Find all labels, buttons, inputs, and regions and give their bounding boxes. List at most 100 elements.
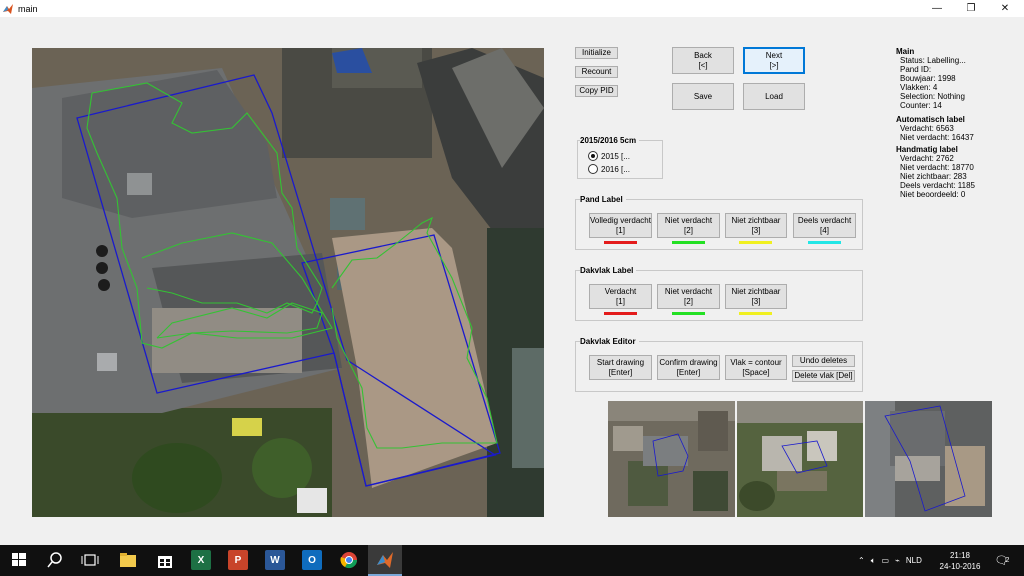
button-label: Start drawing — [596, 357, 645, 367]
button-label: Niet verdacht — [664, 286, 713, 296]
copy-pid-label: Copy PID — [579, 86, 614, 95]
button-label: Vlak = contour — [730, 357, 782, 367]
radio-unselected-icon — [588, 164, 598, 174]
info-main-title: Main — [896, 47, 915, 56]
info-line: Bouwjaar: 1998 — [900, 74, 956, 83]
pand-label-title: Pand Label — [580, 195, 626, 204]
minimize-button[interactable]: — — [920, 0, 954, 17]
chrome-icon[interactable] — [339, 550, 359, 570]
info-line: Deels verdacht: 1185 — [900, 181, 976, 190]
radio-selected-icon — [588, 151, 598, 161]
task-view-icon[interactable] — [80, 550, 100, 570]
thumbnail-closeup[interactable] — [865, 401, 992, 517]
pand-niet-verdacht-button[interactable]: Niet verdacht [2] — [657, 213, 720, 238]
pand-niet-zichtbaar-button[interactable]: Niet zichtbaar [3] — [725, 213, 787, 238]
radio-2015-label: 2015 [... — [601, 151, 630, 161]
radio-2016[interactable]: 2016 [... — [588, 164, 630, 174]
start-drawing-button[interactable]: Start drawing [Enter] — [589, 355, 652, 380]
maximize-button[interactable]: ❐ — [954, 0, 988, 17]
window-title: main — [18, 3, 38, 14]
start-icon[interactable] — [9, 550, 29, 570]
excel-icon[interactable]: X — [191, 550, 211, 570]
powerpoint-icon[interactable]: P — [228, 550, 248, 570]
info-handmatig: Handmatig label Verdacht: 2762 Niet verd… — [896, 145, 975, 199]
info-line: Selection: Nothing — [900, 92, 965, 101]
aerial-image-canvas[interactable] — [32, 48, 544, 517]
dakvlak-label-title: Dakvlak Label — [580, 266, 637, 275]
store-icon[interactable] — [155, 550, 175, 570]
year-panel-title: 2015/2016 5cm — [580, 136, 640, 145]
button-key: [2] — [684, 296, 693, 306]
battery-icon[interactable]: ▭ — [882, 556, 890, 565]
save-label: Save — [693, 91, 713, 101]
notification-count: 2 — [1005, 557, 1010, 564]
delete-vlak-button[interactable]: Delete vlak [Del] — [792, 370, 855, 382]
button-label: Confirm drawing — [659, 357, 718, 367]
pand-deels-verdacht-button[interactable]: Deels verdacht [4] — [793, 213, 856, 238]
info-line: Pand ID: — [900, 65, 932, 74]
button-label: Volledig verdacht — [590, 215, 651, 225]
clock[interactable]: 21:18 24-10-2016 — [938, 545, 982, 576]
info-line: Niet zichtbaar: 283 — [900, 172, 967, 181]
recount-label: Recount — [581, 67, 612, 76]
notification-center[interactable]: 🗨︎ 2 — [990, 545, 1014, 576]
word-icon[interactable]: W — [265, 550, 285, 570]
info-line: Status: Labelling... — [900, 56, 966, 65]
button-key: [3] — [751, 225, 761, 235]
button-label: Delete vlak [Del] — [794, 371, 853, 380]
clock-date: 24-10-2016 — [939, 561, 981, 571]
button-key: [3] — [751, 296, 761, 306]
taskbar: X P W O ⌃ 🔈︎ ▭ ⌁ NLD 21:18 24-10-2016 🗨︎… — [0, 545, 1024, 576]
language-indicator[interactable]: NLD — [906, 556, 922, 565]
info-line: Vlakken: 4 — [900, 83, 938, 92]
button-label: Verdacht — [604, 286, 637, 296]
next-button[interactable]: Next [>] — [743, 47, 805, 74]
undo-deletes-button[interactable]: Undo deletes — [792, 355, 855, 367]
save-button[interactable]: Save — [672, 83, 734, 110]
file-explorer-icon[interactable] — [118, 550, 138, 570]
dakvlak-editor-title: Dakvlak Editor — [580, 337, 639, 346]
close-button[interactable]: ✕ — [988, 0, 1022, 17]
color-swatch-red — [604, 312, 637, 315]
button-key: [Enter] — [608, 367, 633, 377]
outlook-icon[interactable]: O — [302, 550, 322, 570]
initialize-button[interactable]: Initialize — [575, 47, 618, 59]
info-line: Niet beoordeeld: 0 — [900, 190, 966, 199]
dakvlak-verdacht-button[interactable]: Verdacht [1] — [589, 284, 652, 309]
search-icon[interactable] — [45, 550, 65, 570]
network-icon[interactable]: ⌁ — [895, 556, 900, 565]
button-key: [Enter] — [676, 367, 701, 377]
back-key: [<] — [698, 60, 708, 70]
initialize-label: Initialize — [582, 48, 611, 57]
button-label: Undo deletes — [799, 356, 848, 365]
radio-2015[interactable]: 2015 [... — [588, 151, 630, 161]
dakvlak-niet-zichtbaar-button[interactable]: Niet zichtbaar [3] — [725, 284, 787, 309]
info-automatisch: Automatisch label Verdacht: 6563 Niet ve… — [896, 115, 974, 142]
button-label: Deels verdacht — [797, 215, 852, 225]
dakvlak-niet-verdacht-button[interactable]: Niet verdacht [2] — [657, 284, 720, 309]
thumbnail-overview[interactable] — [608, 401, 735, 517]
matlab-icon[interactable] — [375, 550, 395, 570]
info-main: Main Status: Labelling... Pand ID: Bouwj… — [896, 47, 966, 110]
radio-2016-label: 2016 [... — [601, 164, 630, 174]
volume-icon[interactable]: 🔈︎ — [871, 556, 876, 566]
recount-button[interactable]: Recount — [575, 66, 618, 78]
system-tray: ⌃ 🔈︎ ▭ ⌁ NLD — [858, 545, 922, 576]
load-label: Load — [765, 91, 783, 101]
aerial-image[interactable] — [32, 48, 544, 517]
chevron-up-icon[interactable]: ⌃ — [858, 556, 865, 565]
confirm-drawing-button[interactable]: Confirm drawing [Enter] — [657, 355, 720, 380]
pand-volledig-verdacht-button[interactable]: Volledig verdacht [1] — [589, 213, 652, 238]
back-label: Back — [694, 50, 712, 60]
button-key: [2] — [684, 225, 693, 235]
info-line: Verdacht: 6563 — [900, 124, 954, 133]
back-button[interactable]: Back [<] — [672, 47, 734, 74]
load-button[interactable]: Load — [743, 83, 805, 110]
button-key: [1] — [616, 296, 625, 306]
button-key: [1] — [616, 225, 625, 235]
button-label: Niet verdacht — [664, 215, 713, 225]
vlak-contour-button[interactable]: Vlak = contour [Space] — [725, 355, 787, 380]
color-swatch-red — [604, 241, 637, 244]
thumbnail-oblique[interactable] — [737, 401, 863, 517]
copy-pid-button[interactable]: Copy PID — [575, 85, 618, 97]
